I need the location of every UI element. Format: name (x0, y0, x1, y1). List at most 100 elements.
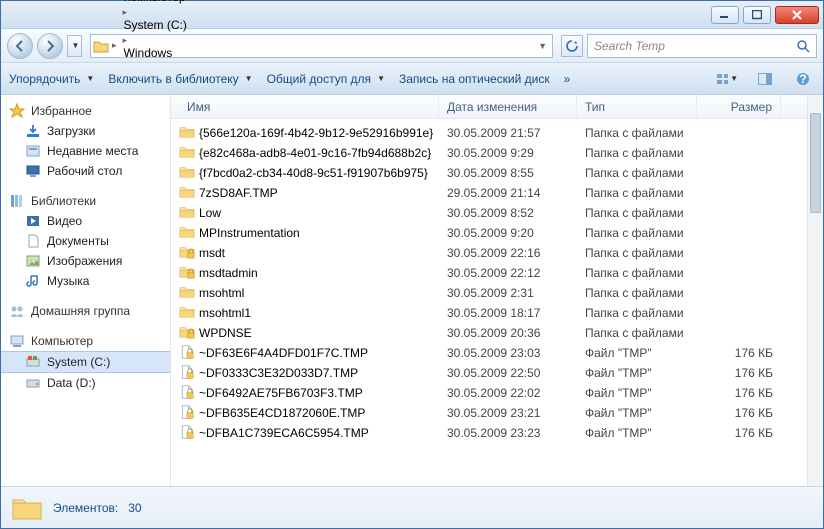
sidebar-item[interactable]: Недавние места (1, 141, 170, 161)
col-date[interactable]: Дата изменения (439, 95, 577, 118)
file-date: 30.05.2009 22:02 (439, 386, 577, 400)
minimize-button[interactable] (711, 6, 739, 24)
view-button[interactable]: ▼ (715, 68, 739, 90)
file-date: 30.05.2009 2:31 (439, 286, 577, 300)
file-name: {566e120a-169f-4b42-9b12-9e52916b991e} (199, 126, 433, 140)
statusbar: Элементов: 30 (1, 486, 823, 528)
file-type: Папка с файлами (577, 126, 697, 140)
star-icon (9, 103, 25, 119)
sidebar-item[interactable]: Видео (1, 211, 170, 231)
file-date: 30.05.2009 23:23 (439, 426, 577, 440)
sidebar-group-head[interactable]: Избранное (1, 101, 170, 121)
vertical-scrollbar[interactable] (807, 95, 823, 486)
breadcrumb-segment[interactable]: Компьютер (120, 0, 191, 4)
col-size[interactable]: Размер (697, 95, 781, 118)
refresh-button[interactable] (561, 35, 583, 57)
file-row[interactable]: ~DFB635E4CD1872060E.TMP30.05.2009 23:21Ф… (171, 403, 823, 423)
folder-icon (179, 325, 195, 342)
file-icon (179, 385, 195, 402)
file-row[interactable]: ~DF6492AE75FB6703F3.TMP30.05.2009 22:02Ф… (171, 383, 823, 403)
file-type: Файл "TMP" (577, 386, 697, 400)
file-list[interactable]: Имя Дата изменения Тип Размер {566e120a-… (171, 95, 823, 486)
file-row[interactable]: MPInstrumentation30.05.2009 9:20Папка с … (171, 223, 823, 243)
file-name: ~DF0333C3E32D033D7.TMP (199, 366, 358, 380)
file-row[interactable]: {e82c468a-adb8-4e01-9c16-7fb94d688b2c}30… (171, 143, 823, 163)
toolbar-overflow[interactable]: » (564, 72, 571, 86)
file-name: msdtadmin (199, 266, 258, 280)
column-headers[interactable]: Имя Дата изменения Тип Размер (171, 95, 823, 119)
close-button[interactable] (775, 6, 819, 24)
search-input[interactable]: Search Temp (587, 34, 817, 58)
sidebar-item[interactable]: Data (D:) (1, 373, 170, 393)
back-button[interactable] (7, 33, 33, 59)
file-row[interactable]: 7zSD8AF.TMP29.05.2009 21:14Папка с файла… (171, 183, 823, 203)
chevron-right-icon[interactable]: ▸ (120, 35, 131, 45)
file-row[interactable]: msdtadmin30.05.2009 22:12Папка с файлами (171, 263, 823, 283)
file-type: Папка с файлами (577, 146, 697, 160)
sidebar-item[interactable]: System (C:) (1, 351, 170, 373)
sidebar-group-head[interactable]: Компьютер (1, 331, 170, 351)
scrollbar-thumb[interactable] (810, 113, 821, 213)
file-row[interactable]: ~DFBA1C739ECA6C5954.TMP30.05.2009 23:23Ф… (171, 423, 823, 443)
sidebar[interactable]: ИзбранноеЗагрузкиНедавние местаРабочий с… (1, 95, 171, 486)
chevron-right-icon[interactable]: ▸ (120, 7, 131, 17)
sidebar-item[interactable]: Музыка (1, 271, 170, 291)
file-icon (179, 345, 195, 362)
file-row[interactable]: ~DF0333C3E32D033D7.TMP30.05.2009 22:50Фа… (171, 363, 823, 383)
file-icon (179, 405, 195, 422)
file-date: 30.05.2009 22:16 (439, 246, 577, 260)
file-name: ~DFB635E4CD1872060E.TMP (199, 406, 365, 420)
organize-menu[interactable]: Упорядочить▼ (9, 72, 94, 86)
address-dropdown[interactable]: ▼ (535, 41, 550, 51)
file-name: MPInstrumentation (199, 226, 300, 240)
folder-icon (179, 205, 195, 222)
file-size: 176 КБ (697, 406, 773, 420)
sidebar-item[interactable]: Загрузки (1, 121, 170, 141)
help-button[interactable]: ? (791, 68, 815, 90)
folder-icon (11, 494, 43, 522)
breadcrumb-segment[interactable]: Windows (120, 46, 191, 60)
video-icon (25, 213, 41, 229)
file-icon (179, 425, 195, 442)
sidebar-item[interactable]: Изображения (1, 251, 170, 271)
file-size: 176 КБ (697, 426, 773, 440)
drive-icon (25, 354, 41, 370)
navbar: ▼ ▸ Компьютер▸System (C:)▸Windows▸Temp▸ … (1, 29, 823, 63)
sidebar-item[interactable]: Документы (1, 231, 170, 251)
preview-pane-button[interactable] (753, 68, 777, 90)
file-row[interactable]: msohtml30.05.2009 2:31Папка с файлами (171, 283, 823, 303)
share-menu[interactable]: Общий доступ для▼ (267, 72, 385, 86)
maximize-button[interactable] (743, 6, 771, 24)
file-row[interactable]: Low30.05.2009 8:52Папка с файлами (171, 203, 823, 223)
file-date: 30.05.2009 8:55 (439, 166, 577, 180)
sidebar-item[interactable]: Рабочий стол (1, 161, 170, 181)
forward-button[interactable] (37, 33, 63, 59)
folder-icon (179, 245, 195, 262)
file-row[interactable]: ~DF63E6F4A4DFD01F7C.TMP30.05.2009 23:03Ф… (171, 343, 823, 363)
col-type[interactable]: Тип (577, 95, 697, 118)
file-row[interactable]: msohtml130.05.2009 18:17Папка с файлами (171, 303, 823, 323)
chevron-right-icon[interactable]: ▸ (109, 40, 120, 51)
breadcrumb-segment[interactable]: System (C:) (120, 18, 191, 32)
svg-text:?: ? (799, 72, 806, 86)
body: ИзбранноеЗагрузкиНедавние местаРабочий с… (1, 95, 823, 486)
sidebar-group-head[interactable]: Библиотеки (1, 191, 170, 211)
recent-dropdown[interactable]: ▼ (67, 35, 82, 57)
file-row[interactable]: {566e120a-169f-4b42-9b12-9e52916b991e}30… (171, 123, 823, 143)
sidebar-group-head[interactable]: Домашняя группа (1, 301, 170, 321)
file-row[interactable]: msdt30.05.2009 22:16Папка с файлами (171, 243, 823, 263)
file-row[interactable]: {f7bcd0a2-cb34-40d8-9c51-f91907b6b975}30… (171, 163, 823, 183)
file-date: 30.05.2009 8:52 (439, 206, 577, 220)
status-count: 30 (128, 501, 141, 515)
file-row[interactable]: WPDNSE30.05.2009 20:36Папка с файлами (171, 323, 823, 343)
file-type: Файл "TMP" (577, 406, 697, 420)
file-type: Файл "TMP" (577, 426, 697, 440)
folder-icon (179, 225, 195, 242)
file-type: Папка с файлами (577, 206, 697, 220)
include-library-menu[interactable]: Включить в библиотеку▼ (108, 72, 252, 86)
address-bar[interactable]: ▸ Компьютер▸System (C:)▸Windows▸Temp▸ ▼ (90, 34, 553, 58)
burn-button[interactable]: Запись на оптический диск (399, 72, 550, 86)
toolbar: Упорядочить▼ Включить в библиотеку▼ Общи… (1, 63, 823, 95)
col-name[interactable]: Имя (171, 95, 439, 118)
file-name: msohtml (199, 286, 244, 300)
